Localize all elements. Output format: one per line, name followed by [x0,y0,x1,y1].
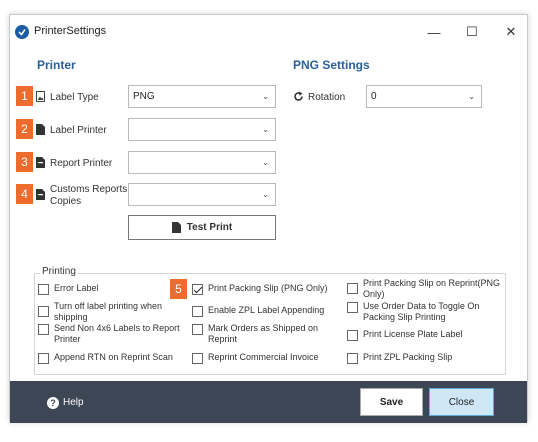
label-type-label: Label Type [50,92,99,103]
step-badge-4: 4 [16,184,33,204]
checkbox-checked[interactable] [192,284,203,295]
checkbox-label: Print License Plate Label [363,329,463,339]
help-link[interactable]: Help [63,397,84,408]
checkbox-label-line1: Send Non 4x6 Labels to Report [54,323,180,333]
step-badge-5: 5 [170,279,187,299]
footer-bar: ? Help Save Close [10,381,527,423]
checkbox-label: Print Packing Slip (PNG Only) [208,283,328,293]
rotation-value: 0 [371,91,377,102]
file-icon [36,124,45,135]
checkbox[interactable] [347,330,358,341]
help-icon[interactable]: ? [47,397,59,409]
checkbox-label-line2: shipping [54,312,88,322]
close-window-button[interactable]: ✕ [494,21,528,43]
label-printer-select[interactable]: ⌄ [128,118,276,141]
png-settings-title: PNG Settings [293,58,370,72]
step-badge-2: 2 [16,119,33,139]
minimize-button[interactable]: — [417,21,451,43]
checkbox[interactable] [38,324,49,335]
printer-settings-window: PrinterSettings — ☐ ✕ Printer PNG Settin… [9,14,528,423]
label-printer-label: Label Printer [50,125,107,136]
checkbox[interactable] [38,353,49,364]
checkbox-label-line2: Only) [363,289,385,299]
file-icon [36,189,45,200]
printing-legend: Printing [40,266,78,277]
checkbox-label-line1: Use Order Data to Toggle On [363,301,480,311]
checkbox-label-line2: Packing Slip Printing [363,312,446,322]
chevron-down-icon: ⌄ [262,125,269,134]
checkbox[interactable] [347,283,358,294]
chevron-down-icon: ⌄ [262,92,269,101]
maximize-button[interactable]: ☐ [455,21,489,43]
close-button[interactable]: Close [429,388,494,416]
test-print-button[interactable]: Test Print [128,215,276,240]
checkbox[interactable] [38,284,49,295]
image-file-icon [36,91,45,102]
rotation-select[interactable]: 0 ⌄ [366,85,482,108]
file-icon [171,222,181,233]
checkbox-label: Append RTN on Reprint Scan [54,352,173,362]
checkbox[interactable] [347,302,358,313]
checkbox[interactable] [347,353,358,364]
rotation-label: Rotation [308,92,346,103]
checkbox[interactable] [192,324,203,335]
checkbox[interactable] [192,306,203,317]
chevron-down-icon: ⌄ [262,190,269,199]
file-icon [36,157,45,168]
customs-reports-label-line2: Copies [50,196,82,207]
printer-section-title: Printer [37,58,76,72]
test-print-label: Test Print [186,222,233,233]
label-type-select[interactable]: PNG ⌄ [128,85,276,108]
save-button[interactable]: Save [360,388,423,416]
window-title: PrinterSettings [34,25,107,37]
checkbox-label: Print ZPL Packing Slip [363,352,453,362]
checkbox-label: Error Label [54,283,99,293]
rotate-icon [294,91,303,101]
checkbox-label-line2: Reprint [208,334,238,344]
label-type-value: PNG [133,91,155,102]
chevron-down-icon: ⌄ [262,158,269,167]
checkbox[interactable] [38,306,49,317]
checkbox[interactable] [192,353,203,364]
checkbox-label-line1: Mark Orders as Shipped on [208,323,319,333]
checkbox-label-line2: Printer [54,334,81,344]
customs-reports-label-line1: Customs Reports [50,184,128,195]
step-badge-3: 3 [16,152,33,172]
checkbox-label-line1: Print Packing Slip on Reprint(PNG [363,278,501,288]
checkbox-label-line1: Turn off label printing when [54,301,163,311]
report-printer-label: Report Printer [50,158,113,169]
customs-reports-copies-select[interactable]: ⌄ [128,183,276,206]
step-badge-1: 1 [16,86,33,106]
report-printer-select[interactable]: ⌄ [128,151,276,174]
checkbox-label: Reprint Commercial Invoice [208,352,319,362]
chevron-down-icon: ⌄ [468,92,475,101]
title-bar: PrinterSettings — ☐ ✕ [10,15,527,49]
app-logo-icon [15,25,29,39]
checkbox-label: Enable ZPL Label Appending [208,305,325,315]
